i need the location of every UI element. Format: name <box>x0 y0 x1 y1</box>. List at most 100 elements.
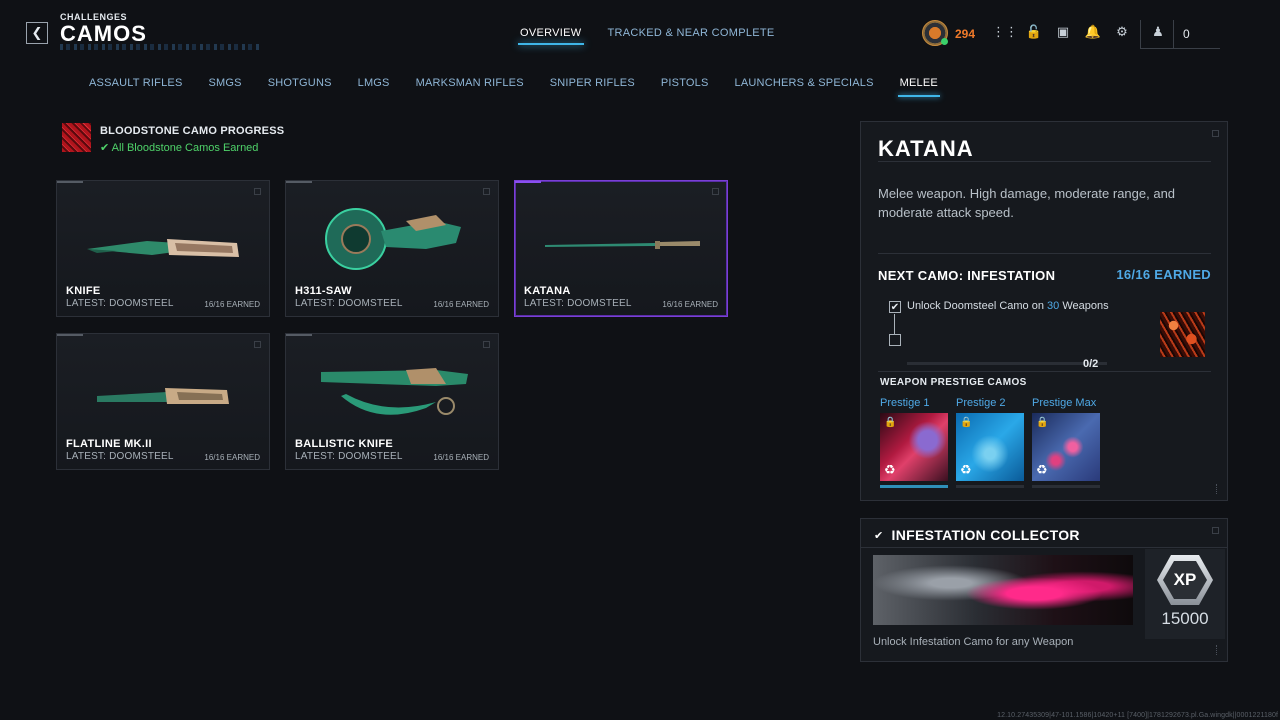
tab-marksman-rifles[interactable]: MARKSMAN RIFLES <box>416 77 524 97</box>
challenge-highlight: 30 <box>1047 300 1060 312</box>
weapon-category-tabs: ASSAULT RIFLES SMGS SHOTGUNS LMGS MARKSM… <box>89 77 941 97</box>
xp-badge-label: XP <box>1163 561 1207 599</box>
collector-description: Unlock Infestation Camo for any Weapon <box>873 636 1074 648</box>
recycle-icon: ♻ <box>1036 462 1048 477</box>
prestige-max-camo[interactable]: 🔒 ♻ <box>1032 413 1100 481</box>
weapon-name: KNIFE <box>66 285 101 297</box>
title-decoration <box>60 44 260 50</box>
katana-image <box>545 241 700 249</box>
next-camo-earned: 16/16 EARNED <box>1116 267 1211 282</box>
challenge-text: Unlock Doomsteel Camo on 30 Weapons <box>907 300 1109 312</box>
panel-corner-mark <box>1212 130 1219 137</box>
hud-divider <box>1140 20 1141 48</box>
xp-reward: XP 15000 <box>1147 551 1223 633</box>
tab-sniper-rifles[interactable]: SNIPER RIFLES <box>550 77 635 97</box>
weapon-name: FLATLINE MK.II <box>66 438 152 450</box>
xp-value: 15000 <box>1161 609 1209 628</box>
weapon-card-h311-saw[interactable]: H311-SAW LATEST: DOOMSTEEL 16/16 EARNED <box>285 180 499 317</box>
challenge-progress-bar <box>907 362 1107 365</box>
panel-handle <box>1216 484 1219 494</box>
weapon-latest-camo: LATEST: DOOMSTEEL <box>295 451 403 462</box>
weapon-card-knife[interactable]: KNIFE LATEST: DOOMSTEEL 16/16 EARNED <box>56 180 270 317</box>
tab-launchers-specials[interactable]: LAUNCHERS & SPECIALS <box>735 77 874 97</box>
weapon-earned: 16/16 EARNED <box>662 300 718 309</box>
collector-title: INFESTATION COLLECTOR <box>891 527 1080 543</box>
collector-panel: ✔ INFESTATION COLLECTOR XP 15000 Unlock … <box>860 518 1228 662</box>
weapon-description: Melee weapon. High damage, moderate rang… <box>878 186 1176 220</box>
tab-lmgs[interactable]: LMGS <box>358 77 390 97</box>
divider <box>878 253 1211 254</box>
prestige-2-item[interactable]: Prestige 2 🔒 ♻ <box>956 397 1024 488</box>
collector-reward-image <box>873 555 1133 625</box>
tab-pistols[interactable]: PISTOLS <box>661 77 709 97</box>
knife-image <box>87 239 239 257</box>
progress-status-text: All Bloodstone Camos Earned <box>111 142 259 154</box>
weapon-card-katana[interactable]: KATANA LATEST: DOOMSTEEL 16/16 EARNED <box>514 180 728 317</box>
prestige-label: Prestige Max <box>1032 397 1097 409</box>
back-button[interactable]: ❮ <box>26 22 48 44</box>
lock-icon: 🔒 <box>1036 417 1049 428</box>
hud-underline <box>1140 48 1220 49</box>
online-status-dot <box>941 38 948 45</box>
grid-menu-icon[interactable]: ⋮⋮ <box>992 24 1018 40</box>
prestige-bar <box>956 485 1024 488</box>
challenge-count: 0/2 <box>1083 358 1099 370</box>
weapon-card-ballistic-knife[interactable]: BALLISTIC KNIFE LATEST: DOOMSTEEL 16/16 … <box>285 333 499 470</box>
challenge-checkbox-empty <box>889 334 901 346</box>
recycle-icon: ♻ <box>960 462 972 477</box>
unlock-icon[interactable]: 🔓 <box>1026 24 1042 40</box>
weapon-latest-camo: LATEST: DOOMSTEEL <box>295 298 403 309</box>
weapon-latest-camo: LATEST: DOOMSTEEL <box>66 451 174 462</box>
card-indicator <box>286 334 312 336</box>
weapon-name: H311-SAW <box>295 285 352 297</box>
prestige-label: Prestige 2 <box>956 397 1006 409</box>
lock-icon: 🔒 <box>884 417 897 428</box>
xp-badge-icon: XP <box>1157 555 1213 605</box>
weapon-name: KATANA <box>524 285 571 297</box>
next-camo-label: NEXT CAMO: INFESTATION <box>878 268 1056 283</box>
prestige-label: Prestige 1 <box>880 397 930 409</box>
prestige-title: WEAPON PRESTIGE CAMOS <box>880 377 1027 388</box>
party-icon[interactable]: ♟ <box>1150 24 1166 40</box>
challenge-text-before: Unlock Doomsteel Camo on <box>907 300 1048 312</box>
prestige-max-item[interactable]: Prestige Max 🔒 ♻ <box>1032 397 1100 488</box>
checkmark-icon: ✔ <box>100 142 110 154</box>
challenge-checkbox-checked: ✔ <box>889 301 901 313</box>
card-indicator <box>57 334 83 336</box>
store-icon[interactable]: ▣ <box>1055 24 1071 40</box>
weapon-card-flatline-mk-ii[interactable]: FLATLINE MK.II LATEST: DOOMSTEEL 16/16 E… <box>56 333 270 470</box>
progress-status: ✔ All Bloodstone Camos Earned <box>100 141 284 154</box>
weapon-name: BALLISTIC KNIFE <box>295 438 393 450</box>
tab-melee[interactable]: MELEE <box>897 77 941 97</box>
tab-smgs[interactable]: SMGS <box>208 77 241 97</box>
weapon-earned: 16/16 EARNED <box>204 300 260 309</box>
prestige-2-camo[interactable]: 🔒 ♻ <box>956 413 1024 481</box>
checkmark-icon: ✔ <box>890 301 900 313</box>
tab-tracked-near-complete[interactable]: TRACKED & NEAR COMPLETE <box>608 27 775 45</box>
divider <box>878 161 1211 162</box>
lock-icon: 🔒 <box>960 417 973 428</box>
card-indicator <box>286 181 312 183</box>
tab-shotguns[interactable]: SHOTGUNS <box>268 77 332 97</box>
card-indicator <box>57 181 83 183</box>
build-info: 12.10.27435309|47-101.1586|10420+11 [740… <box>997 712 1278 719</box>
prestige-bar <box>880 485 948 488</box>
tab-overview[interactable]: OVERVIEW <box>518 27 583 45</box>
flatline-mk-ii-image <box>97 388 229 404</box>
prestige-1-camo[interactable]: 🔒 ♻ <box>880 413 948 481</box>
top-bar: ❮ CHALLENGES CAMOS OVERVIEW TRACKED & NE… <box>0 0 1280 60</box>
divider <box>878 371 1211 372</box>
party-count: 0 <box>1183 27 1190 41</box>
collector-header: ✔ INFESTATION COLLECTOR <box>874 527 1080 543</box>
progress-title: BLOODSTONE CAMO PROGRESS <box>100 125 285 137</box>
bell-icon[interactable]: 🔔 <box>1085 24 1101 40</box>
recycle-icon: ♻ <box>884 462 896 477</box>
tab-assault-rifles[interactable]: ASSAULT RIFLES <box>89 77 182 97</box>
card-indicator <box>515 181 541 183</box>
weapon-detail-panel: KATANA Melee weapon. High damage, modera… <box>860 121 1228 501</box>
gear-icon[interactable]: ⚙ <box>1114 24 1130 40</box>
prestige-1-item[interactable]: Prestige 1 🔒 ♻ <box>880 397 948 488</box>
panel-corner-mark <box>1212 527 1219 534</box>
bloodstone-camo-thumbnail <box>62 123 91 152</box>
infestation-camo-thumbnail[interactable] <box>1160 312 1205 357</box>
